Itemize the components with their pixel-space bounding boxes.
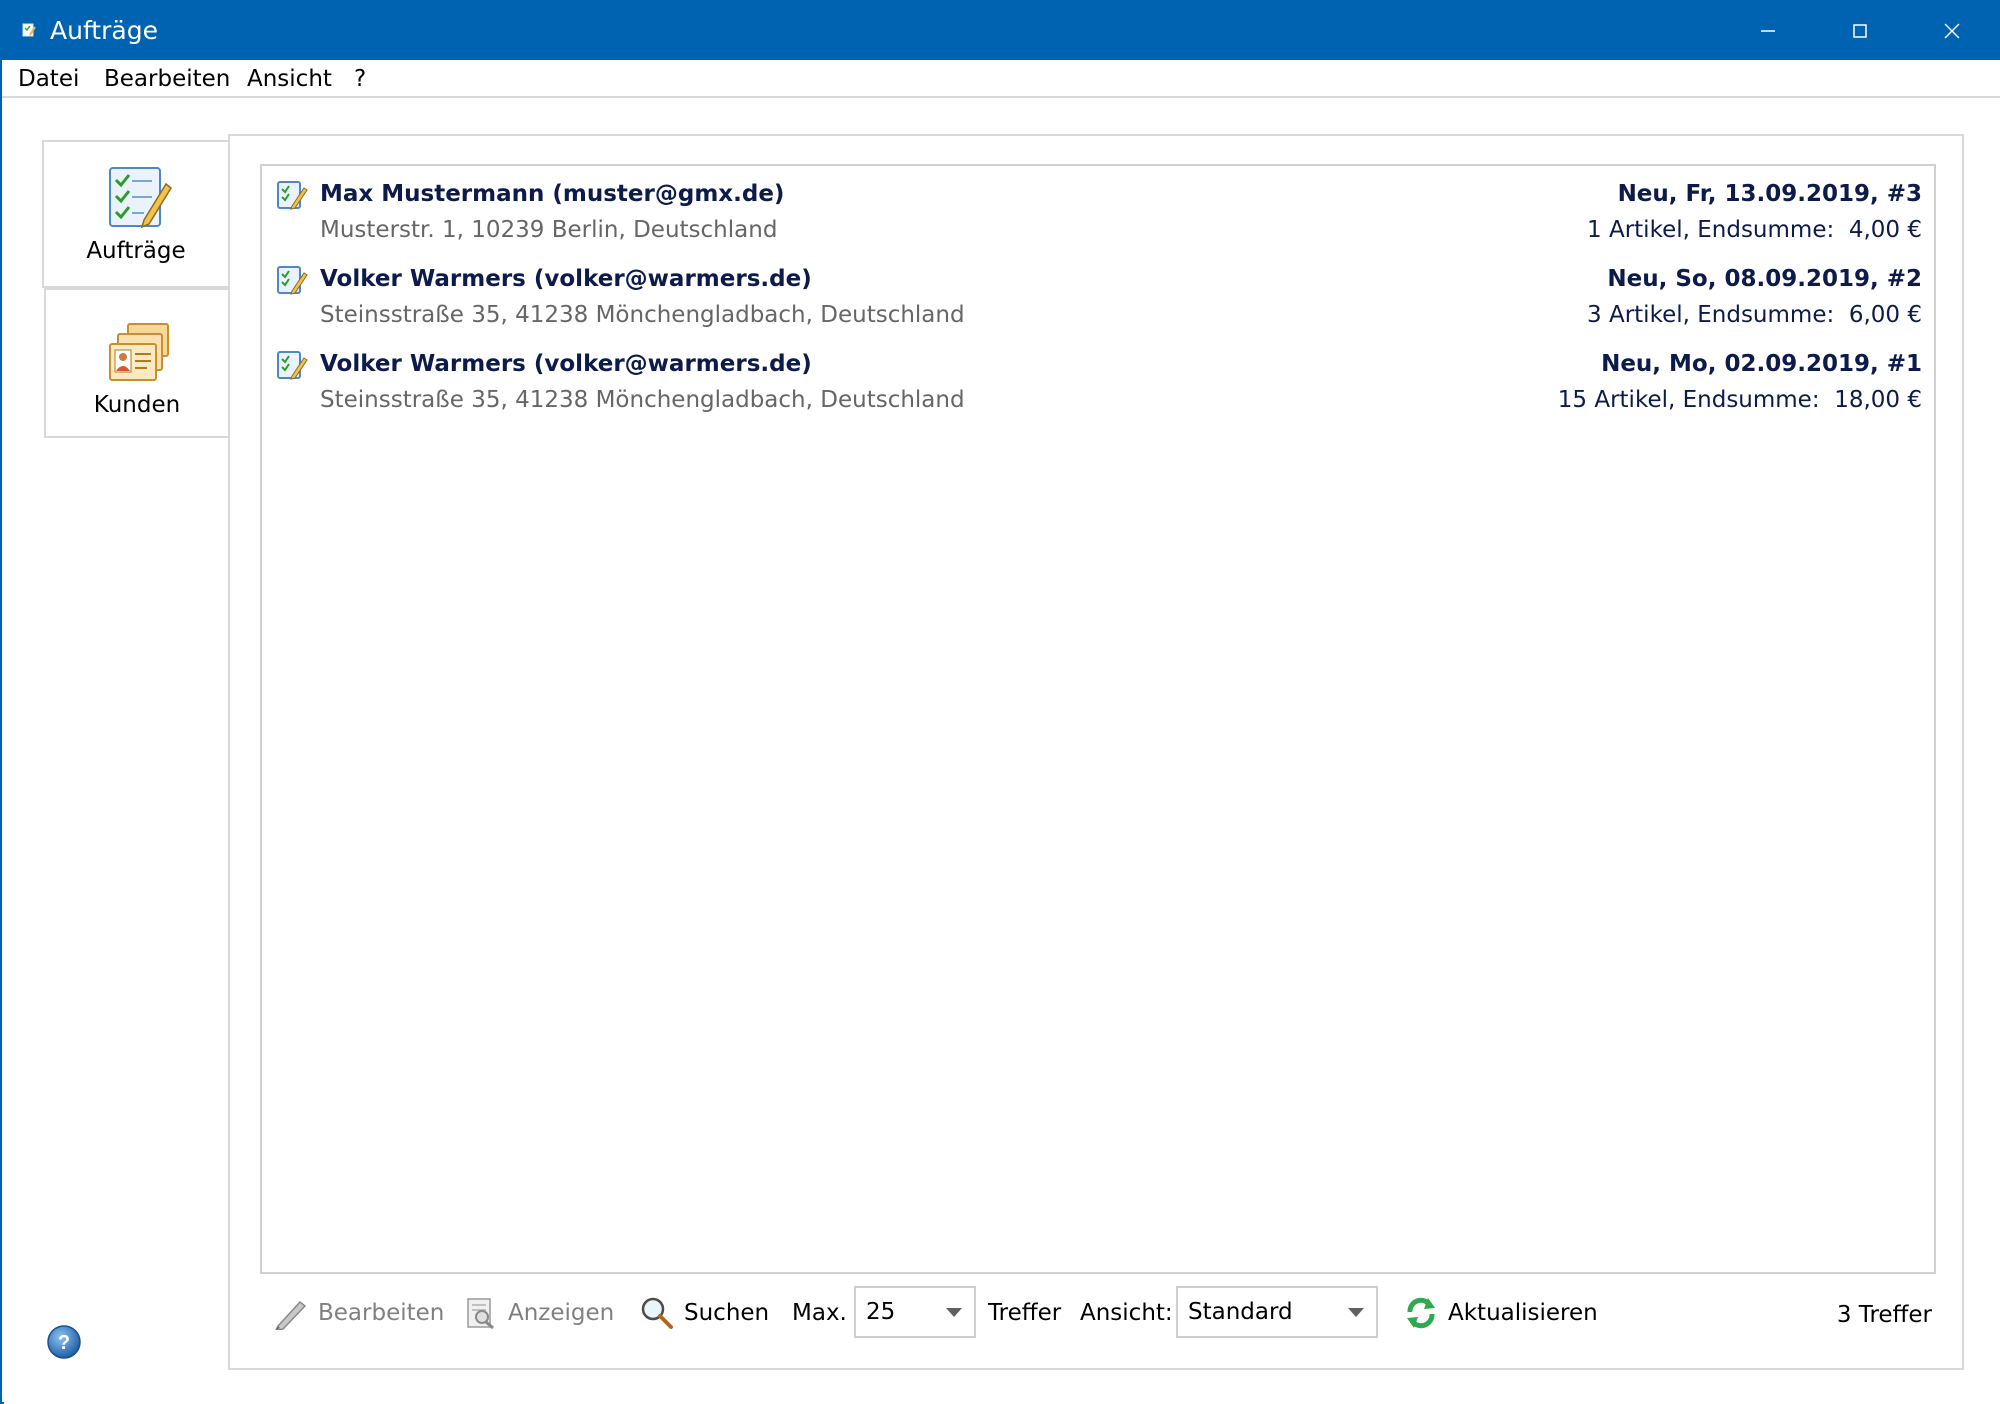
edit-button[interactable]: Bearbeiten [274,1288,444,1338]
checklist-pencil-icon [109,167,172,229]
order-summary: 1 Artikel, Endsumme: 4,00 € [1587,217,1922,243]
pencil-icon [275,1300,307,1330]
hit-count: 3 Treffer [1836,1302,1932,1328]
menu-bar: Datei Bearbeiten Ansicht ? [2,60,2000,98]
refresh-button-label: Aktualisieren [1448,1300,1598,1326]
hits-label: Treffer [988,1300,1062,1326]
order-summary: 3 Artikel, Endsumme: 6,00 € [1587,302,1922,328]
order-list[interactable]: Max Mustermann (muster@gmx.de) Musterstr… [260,164,1936,1274]
document-magnifier-icon [467,1298,494,1330]
refresh-icon [1407,1297,1435,1329]
menu-ansicht[interactable]: Ansicht [245,64,334,94]
view-value: Standard [1188,1299,1293,1325]
view-select[interactable]: Standard [1176,1286,1378,1338]
show-button-label: Anzeigen [508,1300,615,1326]
order-customer: Volker Warmers (volker@warmers.de) [320,266,812,292]
order-status: Neu, Fr, 13.09.2019, #3 [1617,181,1922,207]
max-results-select[interactable]: 25 [854,1286,976,1338]
order-address: Steinsstraße 35, 41238 Mönchengladbach, … [320,387,965,413]
minimize-button[interactable] [1722,2,1814,60]
app-window: Aufträge Datei Bearbeiten Ansicht ? Auft… [0,0,2000,1404]
order-status: Neu, Mo, 02.09.2019, #1 [1601,351,1922,377]
order-customer: Max Mustermann (muster@gmx.de) [320,181,785,207]
order-summary: 15 Artikel, Endsumme: 18,00 € [1557,387,1922,413]
tab-auftraege[interactable]: Aufträge [42,140,228,288]
menu-datei[interactable]: Datei [16,64,81,94]
edit-button-label: Bearbeiten [318,1300,445,1326]
minimize-icon [1761,30,1775,32]
max-label: Max. [792,1300,847,1326]
maximize-button[interactable] [1814,2,1906,60]
order-address: Musterstr. 1, 10239 Berlin, Deutschland [320,217,778,243]
window-title: Aufträge [50,16,158,45]
close-icon [1944,23,1960,39]
help-icon[interactable]: ? [46,1324,82,1360]
svg-text:?: ? [58,1332,70,1354]
order-customer: Volker Warmers (volker@warmers.de) [320,351,812,377]
order-icon [277,351,308,380]
view-label: Ansicht: [1080,1300,1173,1326]
order-icon [277,266,308,295]
order-row[interactable]: Volker Warmers (volker@warmers.de) Stein… [262,251,1934,335]
refresh-button[interactable]: Aktualisieren [1404,1288,1598,1338]
menu-help[interactable]: ? [352,64,368,94]
show-button[interactable]: Anzeigen [464,1288,614,1338]
title-bar[interactable]: Aufträge [2,2,2000,60]
maximize-icon [1853,24,1867,38]
order-address: Steinsstraße 35, 41238 Mönchengladbach, … [320,302,965,328]
order-row[interactable]: Volker Warmers (volker@warmers.de) Stein… [262,336,1934,420]
order-status: Neu, So, 08.09.2019, #2 [1607,266,1922,292]
chevron-down-icon [1348,1308,1364,1317]
search-icon [641,1297,673,1329]
close-button[interactable] [1906,2,1998,60]
order-row[interactable]: Max Mustermann (muster@gmx.de) Musterstr… [262,166,1934,250]
search-button-label: Suchen [684,1300,770,1326]
tab-auftraege-label: Aufträge [86,238,186,264]
chevron-down-icon [946,1308,962,1317]
app-icon [22,23,36,37]
tab-kunden-label: Kunden [93,392,181,418]
tab-kunden[interactable]: Kunden [44,288,230,438]
order-icon [277,181,308,210]
menu-bearbeiten[interactable]: Bearbeiten [102,64,232,94]
contact-cards-icon [109,323,169,381]
max-results-value: 25 [866,1299,896,1325]
search-button[interactable]: Suchen [640,1288,769,1338]
